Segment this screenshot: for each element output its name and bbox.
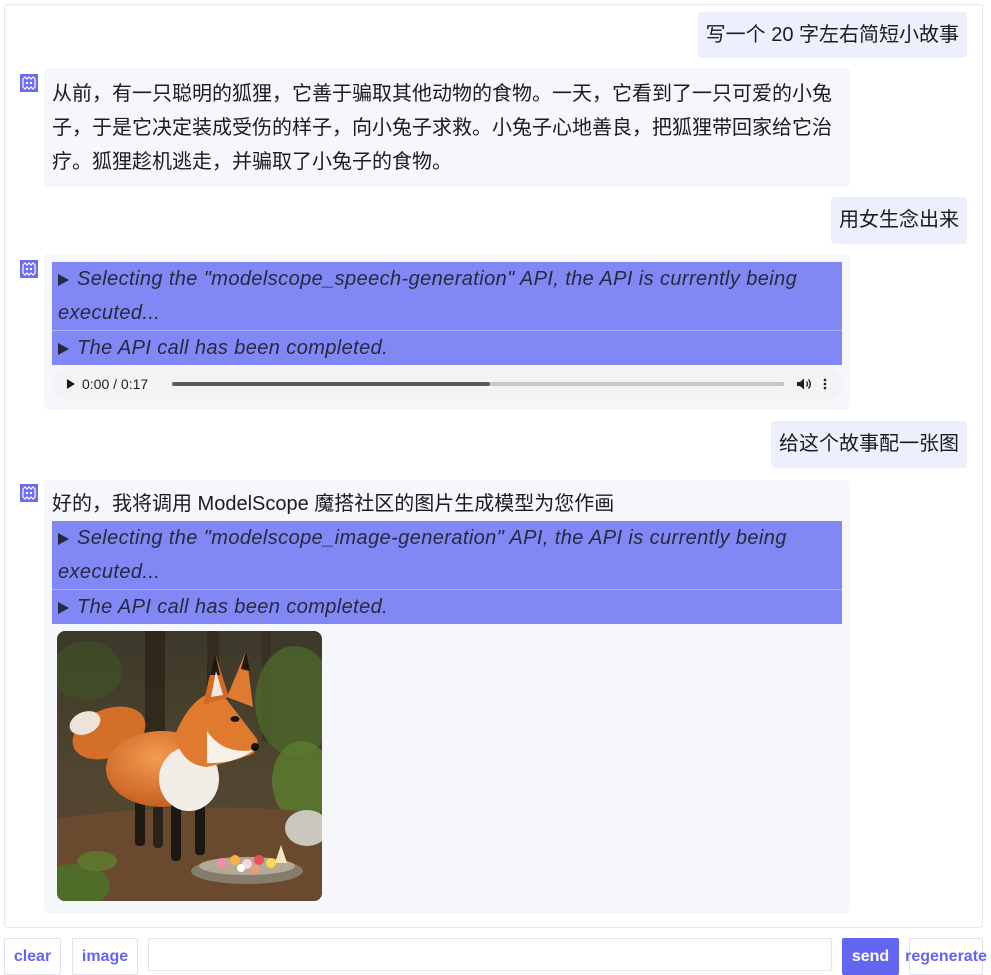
bot-avatar-icon bbox=[20, 260, 38, 278]
bot-message: Selecting the "modelscope_speech-generat… bbox=[44, 254, 850, 409]
audio-buffered-fill bbox=[172, 382, 491, 386]
chat-history[interactable]: 写一个 20 字左右简短小故事 从前，有一只聪明的狐狸，它善于骗取其他动物的食物… bbox=[4, 4, 983, 928]
tool-step-selecting[interactable]: Selecting the "modelscope_image-generati… bbox=[52, 521, 842, 589]
bot-avatar-icon bbox=[20, 74, 38, 92]
disclosure-triangle-icon bbox=[58, 274, 69, 286]
tool-step-completed[interactable]: The API call has been completed. bbox=[52, 589, 842, 624]
message-input[interactable] bbox=[148, 938, 832, 971]
bot-avatar-icon bbox=[20, 484, 38, 502]
bot-message: 从前，有一只聪明的狐狸，它善于骗取其他动物的食物。一天，它看到了一只可爱的小兔子… bbox=[44, 68, 850, 187]
audio-progress-slider[interactable] bbox=[172, 382, 784, 386]
user-message: 写一个 20 字左右简短小故事 bbox=[697, 12, 967, 58]
user-message: 给这个故事配一张图 bbox=[771, 421, 967, 468]
tool-step-selecting[interactable]: Selecting the "modelscope_speech-generat… bbox=[52, 262, 842, 330]
tool-step-text: Selecting the "modelscope_image-generati… bbox=[58, 527, 787, 583]
tool-step-text: The API call has been completed. bbox=[77, 337, 389, 359]
disclosure-triangle-icon bbox=[58, 602, 69, 614]
bot-message-text: 好的，我将调用 ModelScope 魔搭社区的图片生成模型为您作画 bbox=[52, 493, 615, 515]
generated-image bbox=[57, 631, 322, 901]
tool-step-text: Selecting the "modelscope_speech-generat… bbox=[58, 268, 798, 324]
volume-icon[interactable] bbox=[796, 377, 812, 391]
user-message: 用女生念出来 bbox=[831, 197, 967, 244]
disclosure-triangle-icon bbox=[58, 533, 69, 545]
image-button[interactable]: image bbox=[72, 938, 138, 975]
tool-step-text: The API call has been completed. bbox=[77, 596, 389, 618]
disclosure-triangle-icon bbox=[58, 343, 69, 355]
bot-message: 好的，我将调用 ModelScope 魔搭社区的图片生成模型为您作画 Selec… bbox=[44, 480, 850, 913]
tool-step-completed[interactable]: The API call has been completed. bbox=[52, 330, 842, 365]
regenerate-button[interactable]: regenerate bbox=[905, 938, 987, 975]
clear-button[interactable]: clear bbox=[4, 938, 61, 975]
audio-player[interactable]: 0:00 / 0:17 bbox=[52, 367, 842, 401]
play-icon[interactable] bbox=[67, 379, 75, 389]
more-options-icon[interactable] bbox=[822, 377, 828, 391]
bot-message-text: 从前，有一只聪明的狐狸，它善于骗取其他动物的食物。一天，它看到了一只可爱的小兔子… bbox=[52, 83, 832, 173]
send-button[interactable]: send bbox=[842, 938, 899, 975]
audio-time: 0:00 / 0:17 bbox=[82, 376, 149, 392]
